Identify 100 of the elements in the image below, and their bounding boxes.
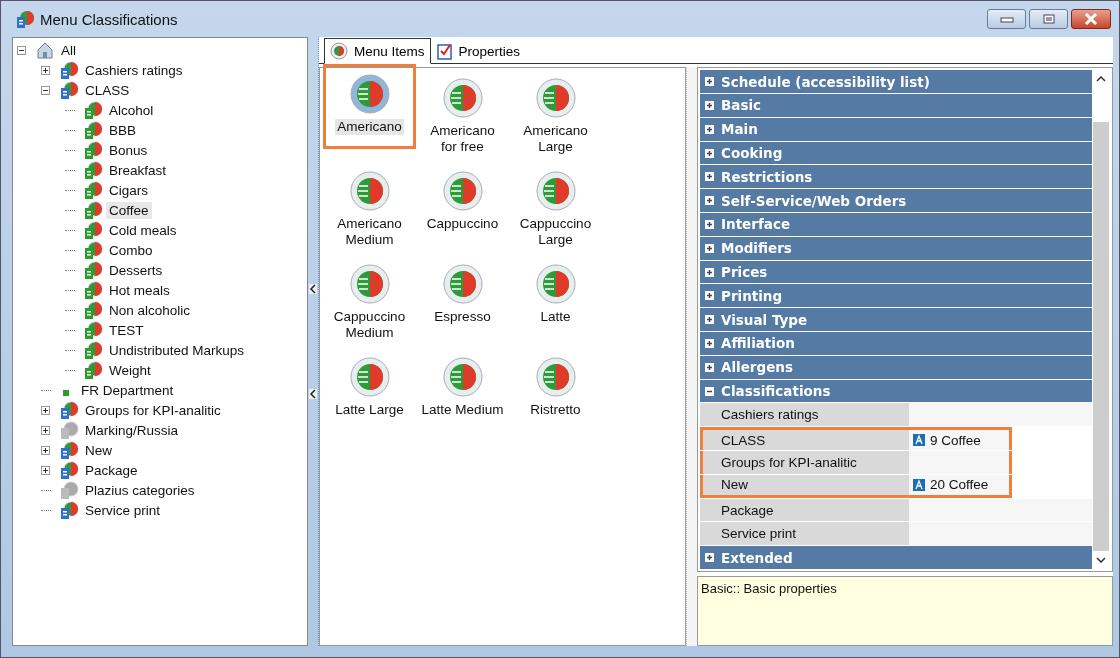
expander-icon[interactable]: [705, 362, 714, 372]
tree-item[interactable]: Coffee: [106, 201, 152, 219]
tree-item[interactable]: TEST: [106, 321, 147, 339]
tree-item[interactable]: Groups for KPI-analitic: [82, 401, 224, 419]
minimize-button[interactable]: [987, 9, 1026, 29]
scroll-down-icon[interactable]: [1096, 557, 1106, 563]
expander-icon[interactable]: [705, 338, 714, 348]
property-row[interactable]: Cashiers ratings: [700, 403, 1092, 427]
menu-tile[interactable]: Cappuccino Large: [509, 161, 602, 255]
tree-item[interactable]: Non alcoholic: [106, 301, 194, 319]
expander-icon[interactable]: [41, 445, 50, 455]
value-cell[interactable]: 20 Coffee: [909, 474, 1009, 495]
scroll-up-icon[interactable]: [1096, 76, 1106, 83]
menu-item[interactable]: Americano for free: [419, 123, 506, 156]
menu-item[interactable]: Espresso: [432, 309, 493, 326]
expander-icon[interactable]: [705, 148, 714, 158]
property-category[interactable]: Extended: [700, 546, 1092, 569]
splitter-handle[interactable]: [308, 37, 319, 646]
menu-item[interactable]: Ristretto: [528, 402, 583, 419]
menu-tile[interactable]: Americano for free: [416, 68, 509, 162]
expander-icon[interactable]: [705, 124, 714, 134]
property-category[interactable]: Visual Type: [700, 308, 1092, 332]
property-row[interactable]: New 20 Coffee: [700, 474, 1012, 498]
menu-tile[interactable]: Americano: [323, 64, 416, 150]
tree-item[interactable]: All: [58, 41, 79, 59]
property-row[interactable]: Groups for KPI-analitic: [700, 451, 1012, 474]
menu-tile[interactable]: Latte Large: [323, 347, 416, 441]
property-category[interactable]: Affiliation: [700, 332, 1092, 355]
expander-icon[interactable]: [17, 45, 26, 55]
close-button[interactable]: [1071, 9, 1111, 29]
tree-item[interactable]: CLASS: [82, 81, 133, 99]
expander-icon[interactable]: [41, 65, 50, 75]
property-value[interactable]: 9 Coffee: [930, 432, 981, 448]
property-category[interactable]: Self-Service/Web Orders: [700, 189, 1092, 213]
property-category[interactable]: Classifications: [700, 379, 1092, 403]
menu-item[interactable]: Cappuccino Large: [512, 216, 599, 249]
tree-item[interactable]: BBB: [106, 121, 139, 139]
property-category[interactable]: Schedule (accessibility list): [700, 70, 1092, 94]
expander-icon[interactable]: [41, 405, 50, 415]
tree-item[interactable]: Marking/Russia: [82, 421, 182, 439]
menu-tile[interactable]: Cappuccino Medium: [323, 254, 416, 348]
expander-icon[interactable]: [705, 100, 714, 110]
property-category[interactable]: Printing: [700, 284, 1092, 308]
tab[interactable]: Menu Items: [324, 38, 431, 65]
menu-item[interactable]: Latte Large: [333, 402, 406, 419]
property-value[interactable]: 20 Coffee: [930, 477, 989, 493]
tree-item[interactable]: Breakfast: [106, 161, 170, 179]
expander-icon[interactable]: [705, 386, 714, 396]
menu-tile[interactable]: Cappuccino: [416, 161, 509, 255]
tree-item[interactable]: Desserts: [106, 261, 166, 279]
menu-item[interactable]: Latte: [538, 309, 573, 326]
property-category[interactable]: Cooking: [700, 141, 1092, 165]
tree-item[interactable]: Package: [82, 461, 141, 479]
tree-item[interactable]: Undistributed Markups: [106, 341, 248, 359]
expander-icon[interactable]: [705, 243, 714, 253]
tree-item[interactable]: Weight: [106, 361, 154, 379]
tree-item[interactable]: Plazius categories: [82, 481, 198, 499]
expander-icon[interactable]: [705, 219, 714, 229]
menu-tile[interactable]: Latte: [509, 254, 602, 348]
tree-item[interactable]: FR Department: [78, 381, 177, 399]
property-row[interactable]: Service print: [700, 522, 1092, 546]
menu-tile[interactable]: Latte Medium: [416, 347, 509, 441]
menu-tile[interactable]: Espresso: [416, 254, 509, 348]
menu-tile[interactable]: Ristretto: [509, 347, 602, 441]
splitter-handle[interactable]: [686, 67, 697, 646]
menu-item[interactable]: Americano: [335, 119, 404, 136]
expander-icon[interactable]: [705, 291, 714, 301]
tree-item[interactable]: Hot meals: [106, 281, 173, 299]
menu-item[interactable]: Latte Medium: [419, 402, 506, 419]
menu-tile[interactable]: Americano Large: [509, 68, 602, 162]
menu-item[interactable]: Cappuccino Medium: [326, 309, 413, 342]
tree-item[interactable]: Alcohol: [106, 101, 157, 119]
value-cell[interactable]: 9 Coffee: [909, 430, 1009, 450]
maximize-button[interactable]: [1029, 9, 1068, 29]
collapse-icon[interactable]: [309, 388, 317, 399]
expander-icon[interactable]: [41, 85, 50, 95]
tree-item[interactable]: Bonus: [106, 141, 151, 159]
expander-icon[interactable]: [705, 267, 714, 277]
tree-item[interactable]: Service print: [82, 501, 164, 519]
property-row[interactable]: CLASS 9 Coffee: [700, 427, 1012, 450]
tree-item[interactable]: Cold meals: [106, 221, 180, 239]
menu-item[interactable]: Americano Large: [512, 123, 599, 156]
expander-icon[interactable]: [41, 465, 50, 475]
expander-icon[interactable]: [705, 196, 714, 206]
property-category[interactable]: Restrictions: [700, 165, 1092, 189]
property-category[interactable]: Prices: [700, 260, 1092, 284]
tree-item[interactable]: Cashiers ratings: [82, 61, 186, 79]
expander-icon[interactable]: [705, 315, 714, 325]
property-category[interactable]: Basic: [700, 94, 1092, 117]
expander-icon[interactable]: [705, 172, 714, 182]
tree-item[interactable]: New: [82, 441, 115, 459]
expander-icon[interactable]: [705, 77, 714, 87]
property-category[interactable]: Interface: [700, 213, 1092, 236]
property-category[interactable]: Modifiers: [700, 236, 1092, 260]
property-category[interactable]: Allergens: [700, 355, 1092, 379]
property-row[interactable]: Package: [700, 498, 1092, 522]
menu-tile[interactable]: Americano Medium: [323, 161, 416, 255]
property-category[interactable]: Main: [700, 117, 1092, 141]
tree-item[interactable]: Cigars: [106, 181, 151, 199]
expander-icon[interactable]: [41, 425, 50, 435]
